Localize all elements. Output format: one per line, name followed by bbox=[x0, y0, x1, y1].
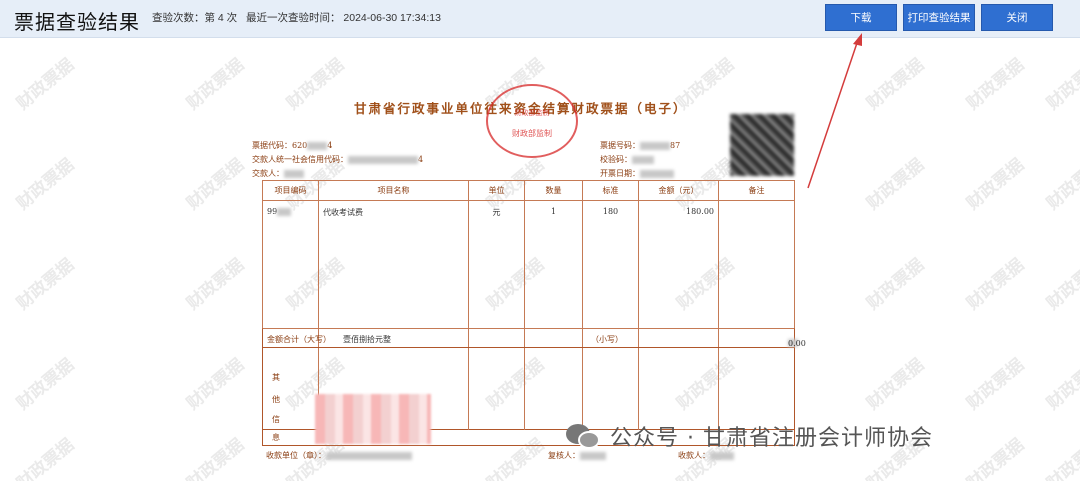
col-remark: 备注 bbox=[718, 180, 795, 201]
page-title: 票据查验结果 bbox=[14, 12, 140, 34]
watermark-text: 财政票据 bbox=[183, 354, 249, 414]
last-check-time: 最近一次查验时间： 2024-06-30 17:34:13 bbox=[246, 12, 441, 24]
issue-date: 开票日期： bbox=[600, 168, 674, 179]
watermark-text: 财政票据 bbox=[1043, 54, 1080, 114]
watermark-text: 财政票据 bbox=[1043, 254, 1080, 314]
watermark-text: 财政票据 bbox=[13, 54, 79, 114]
other-info-char-3: 信 bbox=[272, 415, 280, 424]
download-button[interactable]: 下载 bbox=[825, 4, 897, 31]
watermark-text: 财政票据 bbox=[963, 434, 1029, 481]
watermark-text: 财政票据 bbox=[863, 354, 929, 414]
watermark-text: 财政票据 bbox=[1043, 354, 1080, 414]
other-info-char-4: 息 bbox=[272, 433, 280, 442]
check-code-label: 校验码： bbox=[600, 155, 632, 164]
wechat-icon bbox=[566, 422, 602, 450]
total-small-label: （小写） bbox=[591, 335, 623, 344]
seal-text-top: 财政部监制 bbox=[514, 109, 550, 117]
payer: 交款人： bbox=[252, 168, 304, 179]
payee-label: 收款单位（章）： bbox=[266, 451, 326, 460]
official-seal: 财政部监制 财政部监制 bbox=[486, 84, 578, 158]
col-amount: 金额（元） bbox=[638, 180, 719, 201]
watermark-text: 财政票据 bbox=[963, 354, 1029, 414]
collector-label: 收款人： bbox=[678, 451, 710, 460]
arrow-line bbox=[807, 39, 859, 189]
watermark-text: 财政票据 bbox=[183, 54, 249, 114]
watermark-text: 财政票据 bbox=[183, 154, 249, 214]
header-bar: 票据查验结果 查验次数：第 4 次 最近一次查验时间： 2024-06-30 1… bbox=[0, 0, 1080, 38]
watermark-text: 财政票据 bbox=[13, 434, 79, 481]
reviewer-label: 复核人： bbox=[548, 451, 580, 460]
check-code: 校验码： bbox=[600, 154, 654, 165]
watermark-text: 财政票据 bbox=[963, 54, 1029, 114]
col-quantity: 数量 bbox=[524, 180, 583, 201]
receipt-code: 票据代码：620 4 bbox=[252, 140, 332, 151]
watermark-text: 财政票据 bbox=[963, 254, 1029, 314]
check-count: 查验次数：第 4 次 bbox=[152, 12, 238, 24]
watermark-text: 财政票据 bbox=[183, 254, 249, 314]
receipt-number-label: 票据号码： bbox=[600, 141, 640, 150]
receipt-number-tail: 87 bbox=[670, 141, 681, 150]
watermark-text: 财政票据 bbox=[1043, 154, 1080, 214]
receipt-code-label: 票据代码： bbox=[252, 141, 292, 150]
redacted-block bbox=[315, 394, 431, 444]
table-header-row: 项目编码 项目名称 单位 数量 标准 金额（元） 备注 bbox=[262, 180, 795, 201]
watermark-text: 财政票据 bbox=[863, 154, 929, 214]
watermark-text: 财政票据 bbox=[1043, 434, 1080, 481]
watermark-text: 财政票据 bbox=[863, 54, 929, 114]
col-standard: 标准 bbox=[582, 180, 639, 201]
col-item-code: 项目编码 bbox=[262, 180, 319, 201]
receipt-code-value: 620 bbox=[292, 141, 308, 150]
total-upper-label: 金额合计（大写） bbox=[267, 335, 331, 344]
col-unit: 单位 bbox=[468, 180, 525, 201]
receipt-code-tail: 4 bbox=[327, 141, 333, 150]
watermark-text: 财政票据 bbox=[863, 254, 929, 314]
wechat-overlay: 公众号 · 甘肃省注册会计师协会 bbox=[566, 420, 933, 452]
close-button[interactable]: 关闭 bbox=[981, 4, 1053, 31]
receipt-number: 票据号码： 87 bbox=[600, 140, 680, 151]
print-result-button[interactable]: 打印查验结果 bbox=[903, 4, 975, 31]
issue-date-label: 开票日期： bbox=[600, 169, 640, 178]
other-info-char-1: 其 bbox=[272, 373, 280, 382]
col-item-name: 项目名称 bbox=[318, 180, 469, 201]
other-info-char-2: 他 bbox=[272, 395, 280, 404]
watermark-text: 财政票据 bbox=[13, 154, 79, 214]
watermark-text: 财政票据 bbox=[183, 434, 249, 481]
total-upper-value: 壹佰捌拾元整 bbox=[343, 335, 391, 344]
payer-credit-code: 交款人统一社会信用代码： 4 bbox=[252, 154, 423, 165]
payer-credit-tail: 4 bbox=[418, 155, 424, 164]
payee-unit: 收款单位（章）： bbox=[266, 450, 412, 461]
watermark-text: 财政票据 bbox=[13, 354, 79, 414]
total-row: 金额合计（大写） 壹佰捌拾元整 （小写） 0.00 bbox=[262, 328, 806, 348]
qr-code bbox=[730, 114, 794, 176]
wechat-account-text: 公众号 · 甘肃省注册会计师协会 bbox=[610, 426, 933, 451]
watermark-text: 财政票据 bbox=[13, 254, 79, 314]
seal-text-bottom: 财政部监制 bbox=[512, 129, 552, 138]
payer-label: 交款人： bbox=[252, 169, 284, 178]
watermark-text: 财政票据 bbox=[963, 154, 1029, 214]
payer-credit-label: 交款人统一社会信用代码： bbox=[252, 155, 348, 164]
